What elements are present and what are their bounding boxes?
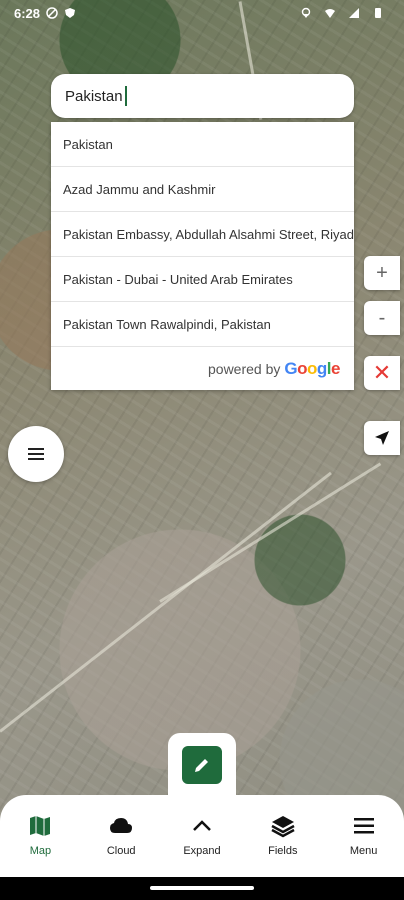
suggestion-item[interactable]: Pakistan Town Rawalpindi, Pakistan — [51, 302, 354, 347]
nav-map[interactable]: Map — [5, 813, 75, 857]
nav-fields[interactable]: Fields — [248, 813, 318, 857]
bottom-nav: Map Cloud Expand Fields Menu — [0, 795, 404, 877]
search-box[interactable] — [51, 74, 354, 118]
layers-icon — [271, 816, 295, 838]
zoom-in-button[interactable]: + — [364, 256, 400, 290]
nav-label: Menu — [349, 845, 378, 857]
map-icon — [30, 816, 51, 836]
nav-cloud[interactable]: Cloud — [86, 813, 156, 857]
status-bar: 6:28 — [0, 0, 404, 26]
pencil-icon — [195, 759, 208, 772]
nav-label: Map — [29, 845, 52, 857]
cloud-icon — [110, 818, 133, 833]
nav-menu[interactable]: Menu — [329, 813, 399, 857]
chevron-up-icon — [193, 820, 211, 831]
search-input[interactable] — [65, 87, 125, 105]
powered-by-google: powered by Google — [51, 347, 354, 390]
powered-by-text: powered by — [208, 360, 281, 377]
map-road — [0, 471, 332, 733]
navigation-arrow-icon — [375, 431, 389, 445]
google-logo: Google — [284, 358, 340, 378]
autocomplete-list: Pakistan Azad Jammu and Kashmir Pakistan… — [51, 122, 354, 390]
close-icon: ✕ — [372, 360, 392, 385]
nav-label: Expand — [183, 845, 221, 857]
hamburger-icon — [353, 818, 374, 834]
location-icon — [301, 7, 311, 18]
suggestion-item[interactable]: Pakistan - Dubai - United Arab Emirates — [51, 257, 354, 302]
text-caret — [125, 86, 127, 106]
nav-expand[interactable]: Expand — [167, 813, 237, 857]
hamburger-icon — [28, 448, 44, 460]
home-indicator[interactable] — [150, 886, 254, 890]
suggestion-item[interactable]: Pakistan Embassy, Abdullah Alsahmi Stree… — [51, 212, 354, 257]
plus-icon: + — [376, 261, 388, 284]
suggestion-item[interactable]: Azad Jammu and Kashmir — [51, 167, 354, 212]
shield-icon — [65, 8, 76, 18]
nav-label: Fields — [268, 845, 298, 857]
clear-button[interactable]: ✕ — [364, 356, 400, 390]
zoom-out-button[interactable]: - — [364, 301, 400, 335]
nav-label: Cloud — [106, 845, 136, 857]
gesture-bar — [0, 877, 404, 900]
signal-icon — [349, 8, 359, 18]
suggestion-item[interactable]: Pakistan — [51, 122, 354, 167]
edit-button[interactable] — [182, 746, 222, 784]
status-time: 6:28 — [14, 5, 41, 21]
map-road — [159, 462, 382, 603]
wifi-icon — [325, 9, 335, 18]
minus-icon: - — [378, 306, 386, 329]
battery-icon — [375, 8, 381, 18]
dnd-icon — [46, 7, 58, 19]
layers-menu-button[interactable] — [8, 426, 64, 482]
my-location-button[interactable] — [364, 421, 400, 455]
